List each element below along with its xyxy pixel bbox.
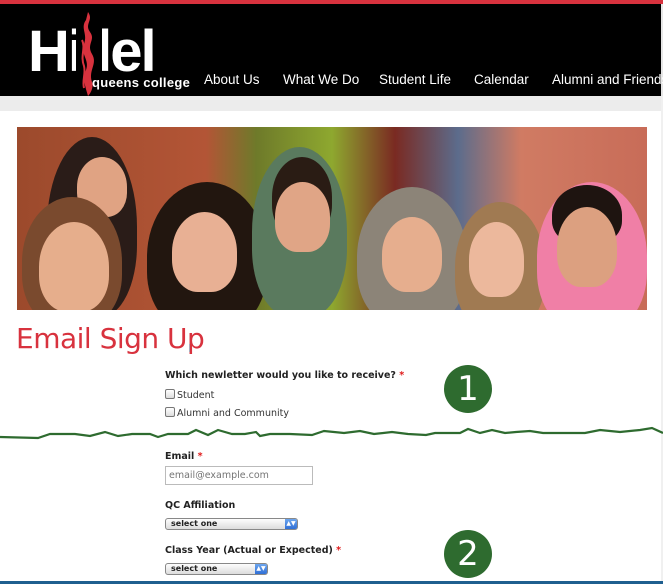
nav-calendar[interactable]: Calendar xyxy=(474,72,529,87)
required-asterisk: * xyxy=(197,451,203,462)
nav-about-us[interactable]: About Us xyxy=(204,72,260,87)
nav-what-we-do[interactable]: What We Do xyxy=(283,72,359,87)
newsletter-option-student[interactable]: Student xyxy=(165,389,214,401)
required-asterisk: * xyxy=(399,370,405,381)
header-divider-strip xyxy=(0,96,661,111)
page-title: Email Sign Up xyxy=(16,322,205,355)
step-2-badge: 2 xyxy=(444,530,492,578)
class-year-label-text: Class Year (Actual or Expected) xyxy=(165,545,333,556)
newsletter-label: Which newletter would you like to receiv… xyxy=(165,370,404,381)
torn-edge-divider xyxy=(0,426,663,440)
step-1-badge: 1 xyxy=(444,365,492,413)
student-option-label: Student xyxy=(177,390,215,401)
hero-photo xyxy=(17,127,647,310)
required-asterisk: * xyxy=(336,545,342,556)
alumni-option-label: Alumni and Community xyxy=(177,408,289,419)
email-input[interactable] xyxy=(165,466,313,485)
select-arrows-icon: ▲▼ xyxy=(285,519,297,529)
text-cursor xyxy=(189,344,190,352)
class-year-select[interactable]: select one ▲▼ xyxy=(165,563,268,575)
newsletter-label-text: Which newletter would you like to receiv… xyxy=(165,370,396,381)
nav-student-life[interactable]: Student Life xyxy=(379,72,451,87)
class-year-label: Class Year (Actual or Expected) * xyxy=(165,545,341,556)
affiliation-label: QC Affiliation xyxy=(165,500,236,511)
hillel-logo[interactable]: Hillel queens college xyxy=(24,8,194,96)
site-header: Hillel queens college About Us What We D… xyxy=(0,4,663,96)
class-year-selected-value: select one xyxy=(171,564,218,573)
email-label-text: Email xyxy=(165,451,195,462)
newsletter-option-alumni[interactable]: Alumni and Community xyxy=(165,407,289,419)
email-label: Email * xyxy=(165,451,203,462)
alumni-checkbox[interactable] xyxy=(165,407,175,417)
affiliation-select[interactable]: select one ▲▼ xyxy=(165,518,298,530)
affiliation-selected-value: select one xyxy=(171,519,218,528)
student-checkbox[interactable] xyxy=(165,389,175,399)
logo-subtitle: queens college xyxy=(92,75,191,90)
nav-alumni-and-friends[interactable]: Alumni and Friends xyxy=(552,72,663,87)
select-arrows-icon: ▲▼ xyxy=(255,564,267,574)
